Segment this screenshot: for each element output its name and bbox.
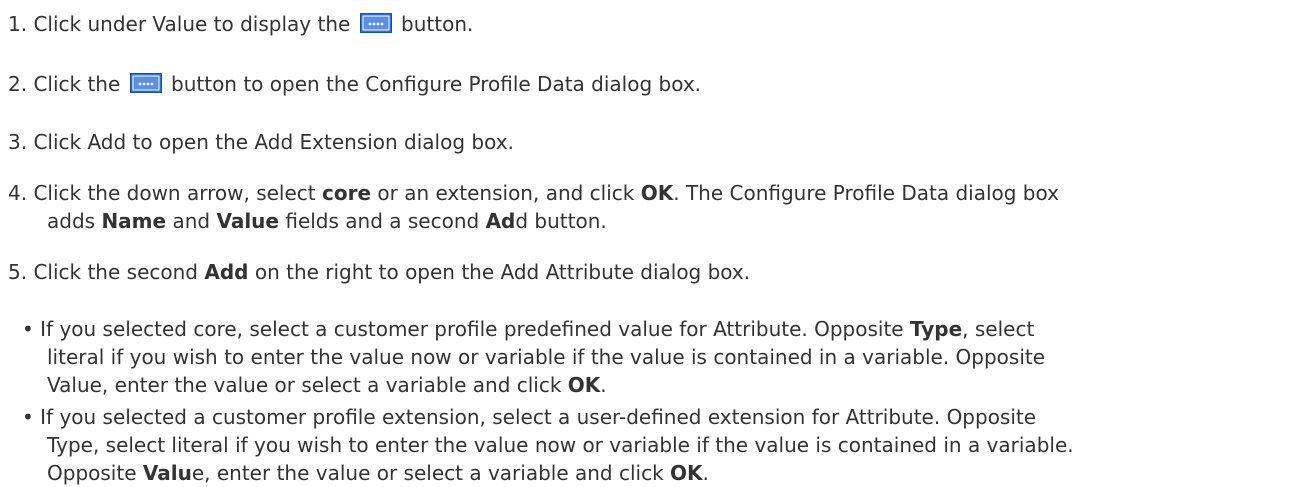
- step-text: Click the: [33, 72, 121, 96]
- bold-term: Type: [909, 317, 963, 341]
- step-2: 2. Click the button to open the Configur…: [8, 72, 701, 96]
- step-number: 5.: [8, 260, 28, 284]
- step-text: d button.: [515, 209, 607, 233]
- step-1: 1. Click under Value to display the butt…: [8, 12, 473, 36]
- step-text: Click the second: [33, 260, 198, 284]
- step-number: 1.: [8, 12, 28, 36]
- bullet-marker: •: [22, 317, 34, 341]
- bullet-2-line-2: Type, select literal if you wish to ente…: [47, 433, 1074, 457]
- step-number: 2.: [8, 72, 28, 96]
- step-3: 3. Click Add to open the Add Extension d…: [8, 130, 514, 154]
- bullet-text: literal if you wish to enter the value n…: [47, 345, 1046, 369]
- step-4-continuation: adds Name and Value fields and a second …: [47, 209, 607, 233]
- step-text: button to open the Configure Profile Dat…: [171, 72, 702, 96]
- step-4: 4. Click the down arrow, select core or …: [8, 181, 1059, 205]
- bold-term: Ad: [485, 209, 516, 233]
- ellipsis-button-icon: [129, 73, 162, 93]
- bold-term: Value: [216, 209, 279, 233]
- step-text: Click Add to open the Add Extension dial…: [33, 130, 514, 154]
- bullet-text: Value, enter the value or select a varia…: [47, 373, 562, 397]
- bullet-text: .: [600, 373, 607, 397]
- bullet-1: • If you selected core, select a custome…: [22, 317, 1034, 341]
- step-text: on the right to open the Add Attribute d…: [254, 260, 751, 284]
- bullet-text: Opposite: [47, 461, 137, 485]
- instruction-document: 1. Click under Value to display the butt…: [0, 0, 1297, 487]
- step-text: button.: [401, 12, 474, 36]
- bullet-1-line-3: Value, enter the value or select a varia…: [47, 373, 607, 397]
- bold-term: Name: [101, 209, 167, 233]
- bullet-text: e, enter the value or select a variable …: [191, 461, 664, 485]
- bold-term: Add: [204, 260, 249, 284]
- step-text: Click the down arrow, select: [33, 181, 316, 205]
- step-text: adds: [47, 209, 96, 233]
- bold-term: OK: [640, 181, 674, 205]
- step-text: or an extension, and click: [377, 181, 635, 205]
- bold-term: Valu: [142, 461, 192, 485]
- step-5: 5. Click the second Add on the right to …: [8, 260, 750, 284]
- step-text: fields and a second: [285, 209, 480, 233]
- bullet-text: If you selected a customer profile exten…: [40, 405, 1037, 429]
- step-number: 3.: [8, 130, 28, 154]
- step-text: Click under Value to display the: [33, 12, 351, 36]
- ellipsis-button-icon: [359, 13, 392, 33]
- bullet-2-line-3: Opposite Value, enter the value or selec…: [47, 461, 709, 485]
- step-text: and: [172, 209, 211, 233]
- step-text: . The Configure Profile Data dialog box: [673, 181, 1059, 205]
- bullet-text: Type, select literal if you wish to ente…: [47, 433, 1074, 457]
- bullet-text: If you selected core, select a customer …: [40, 317, 904, 341]
- bold-term: OK: [567, 373, 601, 397]
- bullet-text: , select: [962, 317, 1035, 341]
- bullet-text: .: [702, 461, 709, 485]
- bold-term: OK: [670, 461, 703, 485]
- step-number: 4.: [8, 181, 28, 205]
- bold-term: core: [321, 181, 372, 205]
- bullet-2: • If you selected a customer profile ext…: [22, 405, 1036, 429]
- bullet-1-line-2: literal if you wish to enter the value n…: [47, 345, 1045, 369]
- bullet-marker: •: [22, 405, 34, 429]
